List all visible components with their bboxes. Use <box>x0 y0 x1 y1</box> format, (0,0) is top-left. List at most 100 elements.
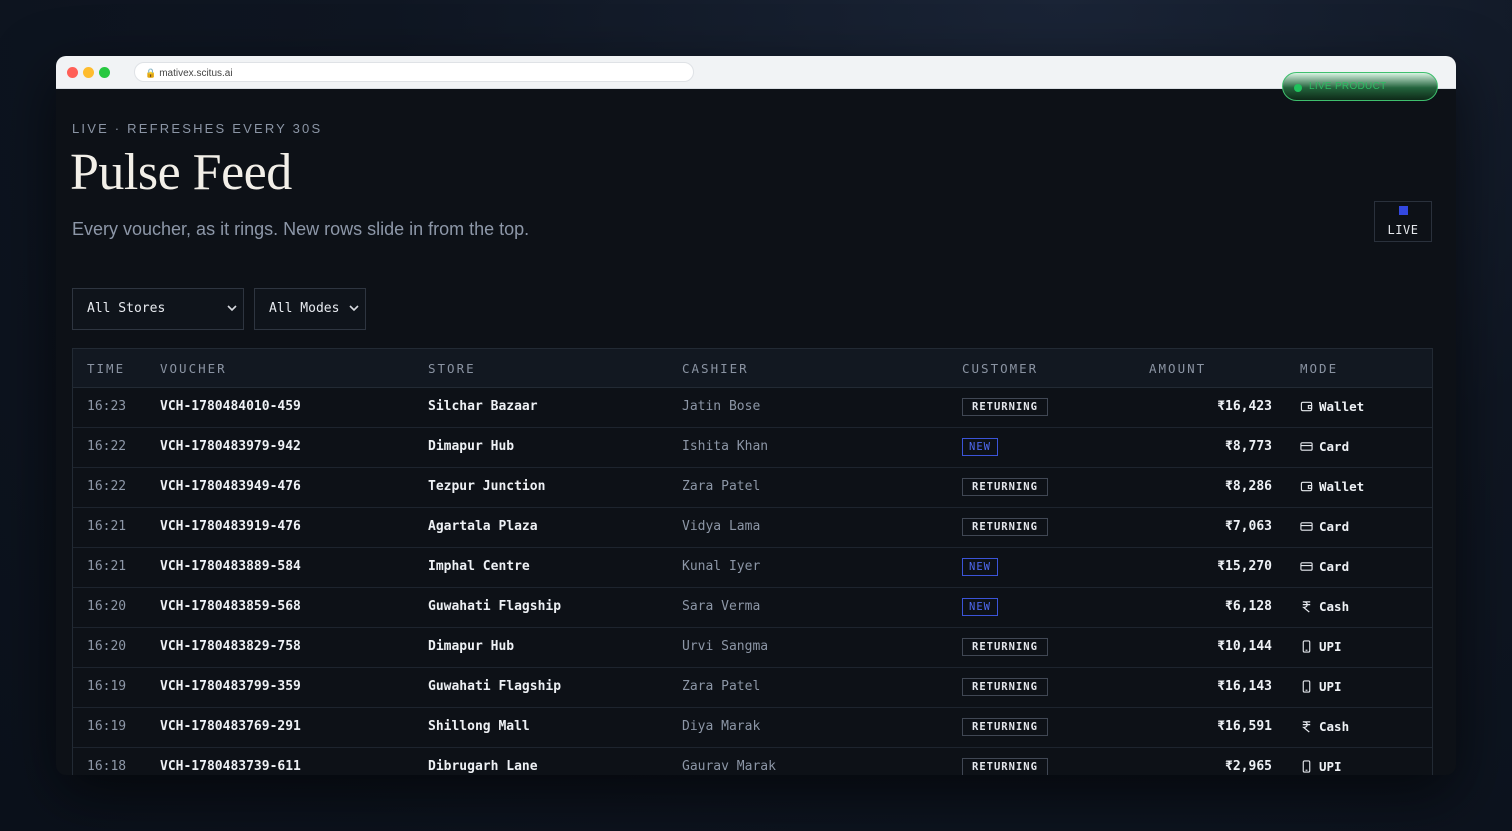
page-title: Pulse Feed <box>70 144 292 201</box>
row-store: Tezpur Junction <box>428 479 546 494</box>
row-amount: ₹8,773 <box>1225 439 1272 454</box>
row-voucher[interactable]: VCH-1780483889-584 <box>160 559 301 574</box>
row-mode: Card <box>1300 439 1349 454</box>
column-header-voucher[interactable]: VOUCHER <box>160 361 227 376</box>
row-time: 16:23 <box>87 399 127 414</box>
row-mode-label: UPI <box>1319 639 1342 654</box>
customer-type-badge: RETURNING <box>962 718 1048 736</box>
row-store: Imphal Centre <box>428 559 530 574</box>
column-header-mode[interactable]: MODE <box>1300 361 1338 376</box>
row-voucher[interactable]: VCH-1780483769-291 <box>160 719 301 734</box>
customer-type-label: RETURNING <box>962 638 1048 656</box>
row-voucher[interactable]: VCH-1780483829-758 <box>160 639 301 654</box>
row-time: 16:20 <box>87 599 127 614</box>
row-cashier: Ishita Khan <box>682 439 769 454</box>
customer-type-badge: NEW <box>962 598 998 616</box>
row-store: Guwahati Flagship <box>428 599 562 614</box>
chevron-down-icon <box>349 289 359 346</box>
browser-chrome: 🔒 mativex.scitus.ai <box>56 56 1456 89</box>
column-header-store[interactable]: STORE <box>428 361 476 376</box>
table-row[interactable]: 16:21 VCH-1780483919-476 Agartala Plaza Vid… <box>73 508 1432 548</box>
rupee-icon <box>1300 599 1319 614</box>
row-mode-label: UPI <box>1319 679 1342 694</box>
lock-icon: 🔒 <box>145 68 157 78</box>
row-time: 16:21 <box>87 559 127 574</box>
row-mode-label: Cash <box>1319 599 1350 614</box>
customer-type-badge: NEW <box>962 438 998 456</box>
row-amount: ₹8,286 <box>1225 479 1272 494</box>
row-amount: ₹10,144 <box>1217 639 1272 654</box>
table-header: TIME VOUCHER STORE CASHIER CUSTOMER AMOU… <box>73 349 1432 388</box>
table-row[interactable]: 16:23 VCH-1780484010-459 Silchar Bazaar Jat… <box>73 388 1432 428</box>
row-mode-label: Wallet <box>1319 479 1365 494</box>
live-square-icon <box>1399 206 1408 215</box>
row-cashier: Gaurav Marak <box>682 759 776 774</box>
card-icon <box>1300 559 1319 574</box>
customer-type-badge: RETURNING <box>962 758 1048 775</box>
table-row[interactable]: 16:21 VCH-1780483889-584 Imphal Centre Kuna… <box>73 548 1432 588</box>
row-voucher[interactable]: VCH-1780483919-476 <box>160 519 301 534</box>
table-row[interactable]: 16:20 VCH-1780483829-758 Dimapur Hub Urvi S… <box>73 628 1432 668</box>
page-eyebrow: LIVE · REFRESHES EVERY 30S <box>72 121 323 136</box>
customer-type-label: RETURNING <box>962 518 1048 536</box>
store-filter-select[interactable]: All Stores <box>72 288 244 330</box>
row-time: 16:19 <box>87 679 127 694</box>
row-cashier: Kunal Iyer <box>682 559 761 574</box>
customer-type-label: RETURNING <box>962 758 1048 775</box>
row-amount: ₹2,965 <box>1225 759 1272 774</box>
table-row[interactable]: 16:19 VCH-1780483769-291 Shillong Mall Diya… <box>73 708 1432 748</box>
row-voucher[interactable]: VCH-1780483739-611 <box>160 759 301 774</box>
table-row[interactable]: 16:22 VCH-1780483979-942 Dimapur Hub Ishita… <box>73 428 1432 468</box>
chevron-down-icon <box>227 289 237 346</box>
row-voucher[interactable]: VCH-1780484010-459 <box>160 399 301 414</box>
row-voucher[interactable]: VCH-1780483979-942 <box>160 439 301 454</box>
vouchers-table: TIME VOUCHER STORE CASHIER CUSTOMER AMOU… <box>72 348 1433 775</box>
customer-type-badge: RETURNING <box>962 398 1048 416</box>
live-product-pill[interactable]: LIVE PRODUCT <box>1282 72 1438 101</box>
column-header-amount[interactable]: AMOUNT <box>1149 361 1206 376</box>
row-amount: ₹7,063 <box>1225 519 1272 534</box>
address-bar[interactable]: 🔒 mativex.scitus.ai <box>134 62 694 82</box>
row-cashier: Diya Marak <box>682 719 761 734</box>
row-voucher[interactable]: VCH-1780483799-359 <box>160 679 301 694</box>
close-window-button[interactable] <box>67 67 78 78</box>
table-row[interactable]: 16:19 VCH-1780483799-359 Guwahati Flagship… <box>73 668 1432 708</box>
rupee-icon <box>1300 719 1319 734</box>
table-row[interactable]: 16:18 VCH-1780483739-611 Dibrugarh Lane Gau… <box>73 748 1432 775</box>
row-mode: UPI <box>1300 679 1342 694</box>
row-cashier: Zara Patel <box>682 679 761 694</box>
row-time: 16:21 <box>87 519 127 534</box>
column-header-time[interactable]: TIME <box>87 361 125 376</box>
row-store: Silchar Bazaar <box>428 399 538 414</box>
address-bar-text: mativex.scitus.ai <box>159 68 233 79</box>
row-amount: ₹16,143 <box>1217 679 1272 694</box>
row-mode-label: Cash <box>1319 719 1350 734</box>
column-header-cashier[interactable]: CASHIER <box>682 361 749 376</box>
phone-icon <box>1300 679 1319 694</box>
maximize-window-button[interactable] <box>99 67 110 78</box>
row-mode: Cash <box>1300 599 1349 614</box>
row-mode-label: Wallet <box>1319 399 1365 414</box>
mode-filter-select[interactable]: All Modes <box>254 288 366 330</box>
minimize-window-button[interactable] <box>83 67 94 78</box>
customer-type-label: NEW <box>962 558 998 576</box>
row-mode: UPI <box>1300 759 1342 774</box>
phone-icon <box>1300 639 1319 654</box>
table-row[interactable]: 16:22 VCH-1780483949-476 Tezpur Junction Za… <box>73 468 1432 508</box>
customer-type-badge: NEW <box>962 558 998 576</box>
row-voucher[interactable]: VCH-1780483859-568 <box>160 599 301 614</box>
customer-type-label: RETURNING <box>962 398 1048 416</box>
customer-type-label: NEW <box>962 598 998 616</box>
row-time: 16:22 <box>87 479 127 494</box>
customer-type-badge: RETURNING <box>962 638 1048 656</box>
table-body: 16:23 VCH-1780484010-459 Silchar Bazaar Jat… <box>73 388 1432 775</box>
row-mode: Cash <box>1300 719 1349 734</box>
row-voucher[interactable]: VCH-1780483949-476 <box>160 479 301 494</box>
table-row[interactable]: 16:20 VCH-1780483859-568 Guwahati Flagship… <box>73 588 1432 628</box>
customer-type-badge: RETURNING <box>962 518 1048 536</box>
column-header-customer[interactable]: CUSTOMER <box>962 361 1038 376</box>
row-cashier: Urvi Sangma <box>682 639 769 654</box>
row-mode: UPI <box>1300 639 1342 654</box>
row-store: Guwahati Flagship <box>428 679 562 694</box>
live-product-label: LIVE PRODUCT <box>1309 81 1387 92</box>
